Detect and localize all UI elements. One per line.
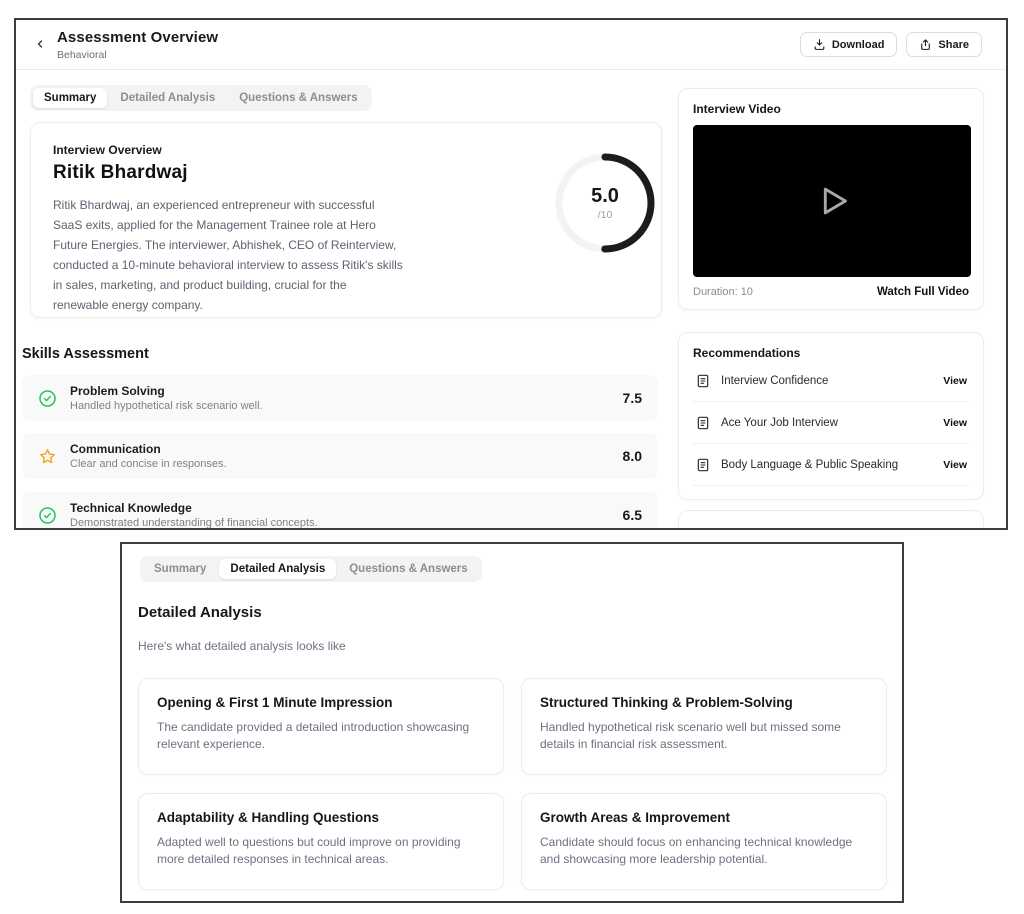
skill-row-technical-knowledge: Technical Knowledge Demonstrated underst…: [22, 492, 658, 529]
analysis-card-growth-areas: Growth Areas & Improvement Candidate sho…: [521, 793, 887, 890]
skill-row-communication: Communication Clear and concise in respo…: [22, 433, 658, 479]
detail-tabbar: Summary Detailed Analysis Questions & An…: [140, 556, 482, 582]
detailed-analysis-panel: Summary Detailed Analysis Questions & An…: [120, 542, 904, 903]
analysis-card-title: Structured Thinking & Problem-Solving: [540, 695, 793, 710]
recommendation-label: Interview Confidence: [721, 375, 829, 387]
analysis-card-opening: Opening & First 1 Minute Impression The …: [138, 678, 504, 775]
header-divider: [16, 69, 1006, 70]
video-player[interactable]: [693, 125, 971, 277]
document-icon: [697, 458, 709, 472]
tab-summary[interactable]: Summary: [143, 559, 217, 579]
overall-score-max: /10: [597, 209, 613, 221]
check-circle-icon: [38, 388, 58, 408]
score-gauge: 5.0 /10: [551, 149, 659, 257]
recommendation-item: Body Language & Public Speaking View: [693, 444, 969, 486]
detailed-analysis-title: Detailed Analysis: [138, 604, 262, 621]
recommendation-label: Ace Your Job Interview: [721, 417, 838, 429]
page-subtitle: Behavioral: [57, 49, 107, 61]
skill-name: Technical Knowledge: [70, 501, 192, 515]
star-icon: [38, 446, 58, 466]
analysis-card-structured-thinking: Structured Thinking & Problem-Solving Ha…: [521, 678, 887, 775]
analysis-card-desc: Adapted well to questions but could impr…: [157, 835, 461, 866]
recommendation-item: Interview Confidence View: [693, 360, 969, 402]
skill-name: Problem Solving: [70, 384, 165, 398]
share-button-label: Share: [938, 38, 969, 51]
share-icon: [921, 39, 931, 50]
analysis-card-title: Growth Areas & Improvement: [540, 810, 731, 825]
recommendations-title: Recommendations: [693, 346, 801, 360]
overall-score: 5.0: [591, 185, 619, 207]
view-link[interactable]: View: [943, 459, 967, 471]
tab-detailed-analysis[interactable]: Detailed Analysis: [219, 559, 337, 579]
watch-full-video-link[interactable]: Watch Full Video: [877, 286, 969, 298]
back-button[interactable]: [30, 34, 50, 54]
interview-description: Ritik Bhardwaj, an experienced entrepren…: [53, 198, 403, 312]
assessment-overview-panel: Assessment Overview Behavioral Download …: [14, 18, 1008, 530]
view-link[interactable]: View: [943, 417, 967, 429]
chevron-left-icon: [37, 40, 43, 48]
document-icon: [697, 374, 709, 388]
play-icon: [823, 187, 847, 215]
view-link[interactable]: View: [943, 375, 967, 387]
detailed-analysis-subtitle: Here's what detailed analysis looks like: [138, 639, 346, 653]
skill-name: Communication: [70, 442, 161, 456]
tab-questions-answers[interactable]: Questions & Answers: [338, 559, 478, 579]
document-icon: [697, 416, 709, 430]
skill-score: 6.5: [622, 507, 642, 523]
clipped-card: [678, 510, 984, 528]
share-button[interactable]: Share: [906, 32, 982, 57]
tab-summary[interactable]: Summary: [33, 88, 108, 108]
analysis-card-desc: The candidate provided a detailed introd…: [157, 720, 470, 751]
recommendations-card: Recommendations Interview Confidence Vie…: [678, 332, 984, 500]
skills-assessment-title: Skills Assessment: [22, 346, 149, 362]
skill-score: 8.0: [622, 448, 642, 464]
analysis-card-adaptability: Adaptability & Handling Questions Adapte…: [138, 793, 504, 890]
analysis-card-title: Opening & First 1 Minute Impression: [157, 695, 393, 710]
skill-row-problem-solving: Problem Solving Handled hypothetical ris…: [22, 375, 658, 421]
skill-desc: Clear and concise in responses.: [70, 458, 227, 470]
skill-desc: Handled hypothetical risk scenario well.: [70, 400, 263, 412]
tab-detailed-analysis[interactable]: Detailed Analysis: [109, 88, 226, 108]
summary-tabbar: Summary Detailed Analysis Questions & An…: [30, 85, 372, 111]
skill-score: 7.5: [622, 390, 642, 406]
recommendation-item: Ace Your Job Interview View: [693, 402, 969, 444]
analysis-card-desc: Handled hypothetical risk scenario well …: [540, 720, 841, 751]
page-title: Assessment Overview: [57, 29, 219, 46]
interview-video-title: Interview Video: [693, 102, 781, 116]
check-circle-icon: [38, 505, 58, 525]
download-button-label: Download: [831, 38, 885, 51]
interview-video-card: Interview Video Duration: 10 Watch Full …: [678, 88, 984, 310]
download-icon: [814, 39, 825, 50]
recommendation-label: Body Language & Public Speaking: [721, 459, 899, 471]
interview-overview-card: Interview Overview Ritik Bhardwaj Ritik …: [30, 122, 662, 318]
analysis-card-title: Adaptability & Handling Questions: [157, 810, 380, 825]
skill-desc: Demonstrated understanding of financial …: [70, 517, 318, 529]
download-button[interactable]: Download: [799, 32, 898, 57]
analysis-card-desc: Candidate should focus on enhancing tech…: [540, 835, 853, 866]
video-duration: Duration: 10: [693, 286, 753, 298]
tab-questions-answers[interactable]: Questions & Answers: [228, 88, 368, 108]
